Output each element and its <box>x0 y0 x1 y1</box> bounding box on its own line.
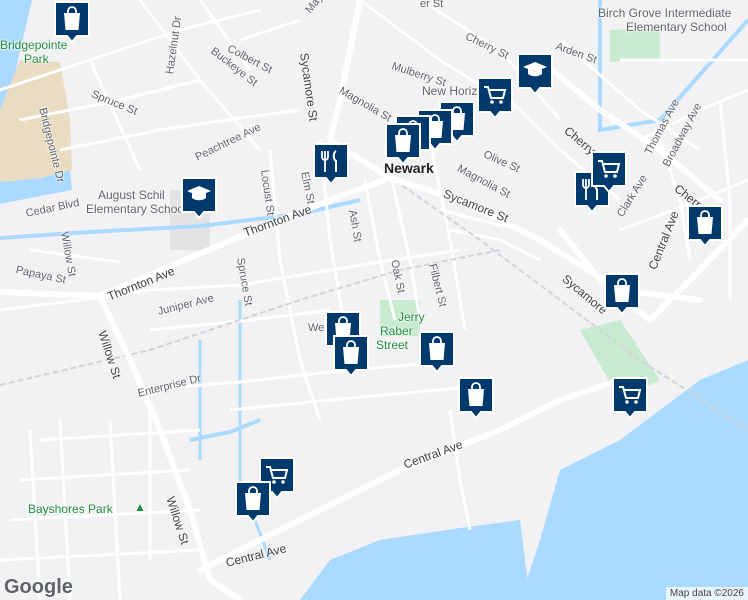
shopping-bag-marker[interactable] <box>53 0 91 44</box>
shopping-bag-icon <box>458 377 494 420</box>
restaurant-icon <box>313 143 349 186</box>
shopping-bag-icon <box>604 273 640 316</box>
shopping-bag-marker[interactable] <box>384 122 422 166</box>
street-label-we: We <box>308 322 325 334</box>
shopping-cart-icon <box>477 77 513 120</box>
place-label-bridgepointe-park-line2: Park <box>24 52 49 66</box>
shopping-bag-icon <box>687 205 723 248</box>
shopping-cart-marker[interactable] <box>476 76 514 120</box>
shopping-bag-icon <box>235 481 271 524</box>
street-label-er-st: er St <box>420 0 444 10</box>
place-label-jerry-raber: Jerry <box>398 310 425 324</box>
place-label-august-schilling: August Schil <box>98 188 165 202</box>
place-label-birch-grove-line2: Elementary School <box>626 20 727 34</box>
map-view[interactable]: Mayhews Colbert St Buckeye St Hazelnut D… <box>0 0 748 600</box>
shopping-bag-marker[interactable] <box>418 330 456 374</box>
shopping-bag-marker[interactable] <box>234 480 272 524</box>
place-label-jerry-raber-line3: Street <box>376 338 409 352</box>
shopping-bag-icon <box>333 335 369 378</box>
place-label-august-schilling-line2: Elementary Schoo <box>86 202 185 216</box>
restaurant-marker[interactable] <box>312 142 350 186</box>
shopping-bag-marker[interactable] <box>603 272 641 316</box>
place-label-bayshores-park: Bayshores Park <box>28 502 113 516</box>
shopping-cart-marker[interactable] <box>590 150 628 194</box>
school-marker[interactable] <box>516 52 554 96</box>
shopping-bag-icon <box>54 1 90 44</box>
place-label-birch-grove: Birch Grove Intermediate <box>598 6 732 20</box>
shopping-cart-icon <box>612 377 648 420</box>
shopping-bag-icon <box>385 123 421 166</box>
shopping-bag-marker[interactable] <box>332 334 370 378</box>
park-tree-icon: ▲ <box>134 500 146 514</box>
school-marker[interactable] <box>180 176 218 220</box>
map-attribution[interactable]: Map data ©2026 <box>665 587 748 600</box>
shopping-bag-icon <box>419 331 455 374</box>
place-label-jerry-raber-line2: Raber <box>380 324 413 338</box>
school-cap-icon <box>517 53 553 96</box>
shopping-bag-marker[interactable] <box>686 204 724 248</box>
school-cap-icon <box>181 177 217 220</box>
shopping-cart-marker[interactable] <box>611 376 649 420</box>
shopping-cart-icon <box>591 151 627 194</box>
shopping-bag-marker[interactable] <box>457 376 495 420</box>
google-logo: Google <box>4 576 73 598</box>
